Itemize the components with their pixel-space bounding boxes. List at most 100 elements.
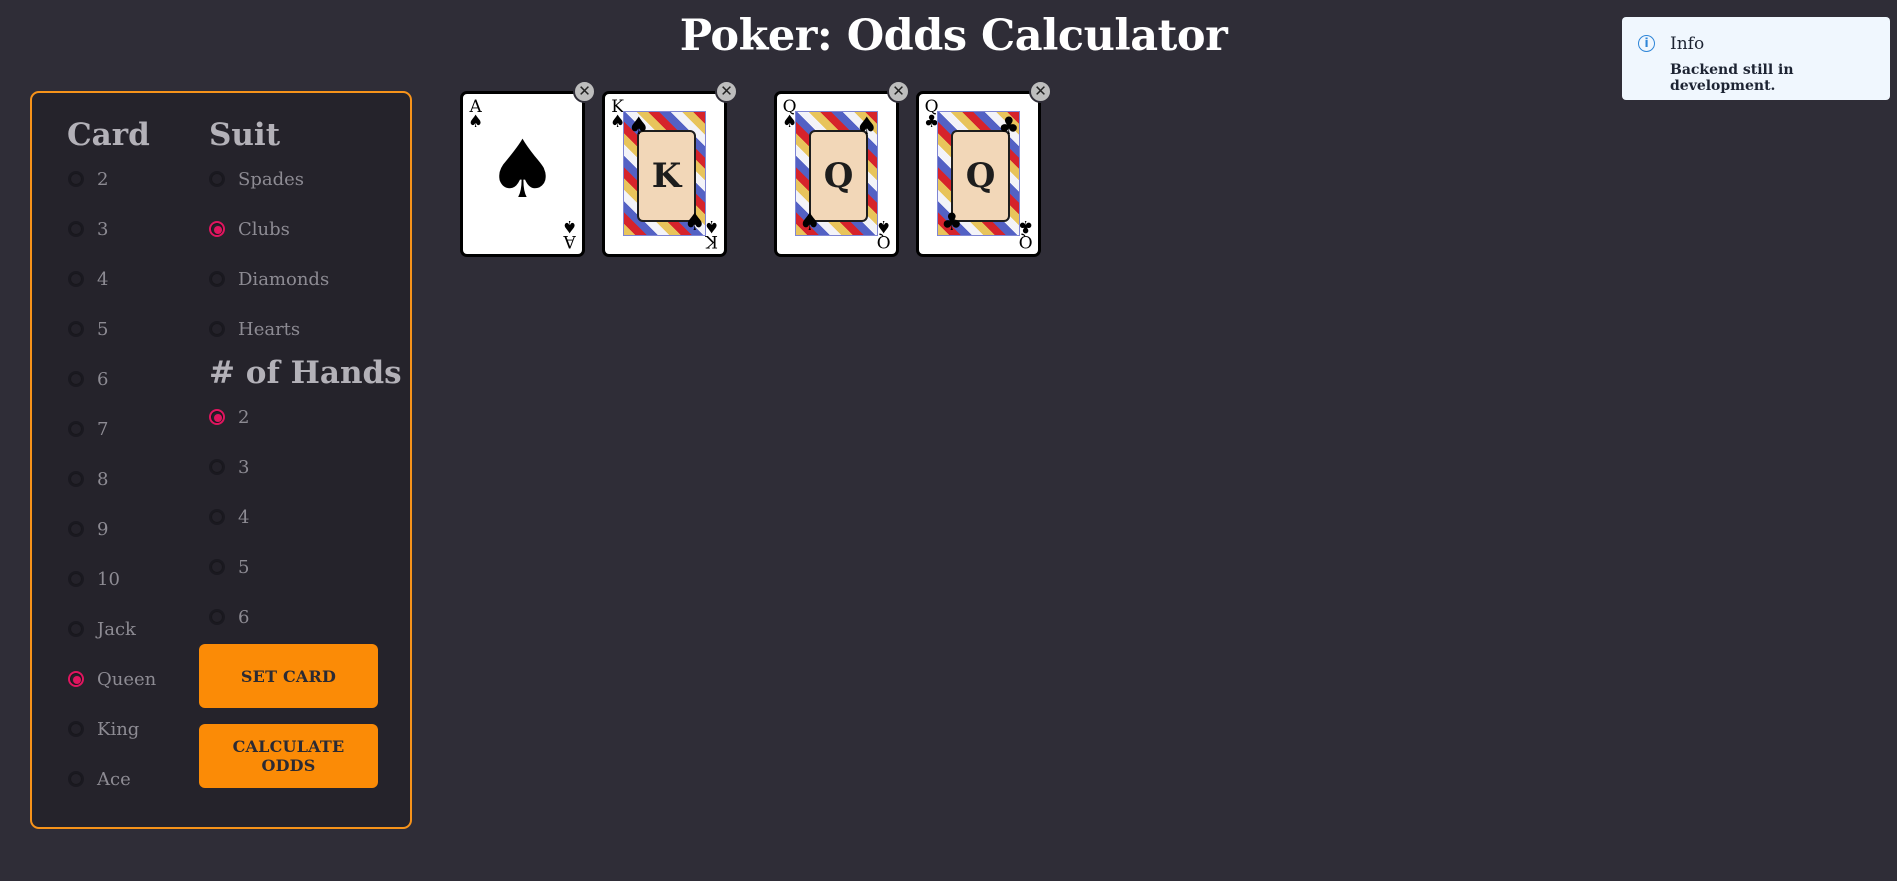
card-option-king[interactable]: King	[68, 714, 139, 744]
card-option-4[interactable]: 4	[68, 264, 108, 294]
radio-button[interactable]	[209, 459, 225, 475]
hands-option-label: 3	[238, 456, 250, 478]
card-option-label: Ace	[97, 768, 131, 790]
card-option-6[interactable]: 6	[68, 364, 108, 394]
suit-option-label: Spades	[238, 168, 304, 190]
remove-card-close-icon[interactable]: ✕	[573, 80, 596, 103]
radio-button[interactable]	[68, 521, 84, 537]
hands-option-6[interactable]: 6	[209, 602, 249, 632]
radio-button[interactable]	[209, 221, 225, 237]
card-heading: Card	[67, 117, 150, 153]
hands-option-label: 4	[238, 506, 250, 528]
radio-button[interactable]	[209, 409, 225, 425]
card-corner-index: Q ♣	[1017, 216, 1033, 251]
spade-suit-icon: ♠	[628, 112, 650, 140]
card-option-label: King	[97, 718, 140, 740]
radio-button[interactable]	[68, 621, 84, 637]
info-toast: i Info Backend still in development.	[1622, 17, 1890, 100]
radio-button[interactable]	[68, 371, 84, 387]
playing-card-k-spades: K ♠ K ♠ K ♠ ♠	[602, 91, 727, 257]
suit-option-clubs[interactable]: Clubs	[209, 214, 290, 244]
card-option-label: Queen	[97, 668, 157, 690]
radio-button[interactable]	[68, 471, 84, 487]
hands-option-3[interactable]: 3	[209, 452, 249, 482]
card-option-label: 7	[97, 418, 109, 440]
hands-option-4[interactable]: 4	[209, 502, 249, 532]
suit-heading: Suit	[209, 117, 281, 153]
club-suit-icon: ♣	[998, 112, 1020, 140]
radio-button[interactable]	[68, 171, 84, 187]
radio-button[interactable]	[209, 271, 225, 287]
card-option-7[interactable]: 7	[68, 414, 108, 444]
hands-heading: # of Hands	[209, 355, 402, 391]
card-option-queen[interactable]: Queen	[68, 664, 156, 694]
card-option-label: 8	[97, 468, 109, 490]
spade-suit-icon: ♠	[486, 123, 559, 216]
toast-title: Info	[1670, 34, 1705, 54]
hands-option-label: 5	[238, 556, 250, 578]
suit-option-label: Diamonds	[238, 268, 330, 290]
radio-button[interactable]	[209, 609, 225, 625]
radio-button[interactable]	[68, 571, 84, 587]
card-selector-panel: Card Suit # of Hands 2 3 4 5 6 7 8 9 10 Jack Queen…	[30, 91, 412, 829]
playing-card-a-spades: A ♠ A ♠ ♠	[460, 91, 585, 257]
suit-option-spades[interactable]: Spades	[209, 164, 304, 194]
remove-card-close-icon[interactable]: ✕	[715, 80, 738, 103]
info-icon: i	[1638, 35, 1655, 52]
card-option-label: 4	[97, 268, 109, 290]
card-option-5[interactable]: 5	[68, 314, 108, 344]
radio-button[interactable]	[209, 321, 225, 337]
radio-button[interactable]	[68, 421, 84, 437]
hands-option-label: 2	[238, 406, 250, 428]
page-title: Poker: Odds Calculator	[679, 11, 1228, 61]
hands-option-label: 6	[238, 606, 250, 628]
card-option-label: 6	[97, 368, 109, 390]
card-option-label: 5	[97, 318, 109, 340]
radio-button[interactable]	[68, 271, 84, 287]
card-option-jack[interactable]: Jack	[68, 614, 136, 644]
spade-suit-icon: ♠	[799, 208, 821, 236]
radio-button[interactable]	[209, 509, 225, 525]
card-option-label: 2	[97, 168, 109, 190]
suit-option-label: Clubs	[238, 218, 290, 240]
remove-card-close-icon[interactable]: ✕	[887, 80, 910, 103]
card-option-label: 10	[97, 568, 120, 590]
card-option-8[interactable]: 8	[68, 464, 108, 494]
spade-suit-icon: ♠	[684, 208, 706, 236]
radio-button[interactable]	[68, 721, 84, 737]
radio-button[interactable]	[209, 559, 225, 575]
card-option-2[interactable]: 2	[68, 164, 108, 194]
radio-button[interactable]	[68, 321, 84, 337]
card-option-10[interactable]: 10	[68, 564, 120, 594]
club-suit-icon: ♣	[941, 208, 963, 236]
card-option-label: Jack	[97, 618, 136, 640]
calculate-odds-button[interactable]: CALCULATE ODDS	[199, 724, 378, 788]
radio-button[interactable]	[68, 771, 84, 787]
radio-button[interactable]	[68, 221, 84, 237]
card-option-ace[interactable]: Ace	[68, 764, 131, 794]
playing-card-q-clubs: Q ♣ Q ♣ Q ♣ ♣	[916, 91, 1041, 257]
card-option-label: 9	[97, 518, 109, 540]
card-corner-index: A ♠	[468, 97, 484, 132]
card-option-9[interactable]: 9	[68, 514, 108, 544]
court-card-artwork: K ♠ ♠	[623, 111, 706, 236]
suit-option-label: Hearts	[238, 318, 301, 340]
suit-option-diamonds[interactable]: Diamonds	[209, 264, 329, 294]
card-corner-index: Q ♠	[875, 216, 891, 251]
card-corner-index: K ♠	[703, 216, 719, 251]
hands-option-2[interactable]: 2	[209, 402, 249, 432]
card-corner-index: A ♠	[561, 216, 577, 251]
court-card-artwork: Q ♣ ♣	[937, 111, 1020, 236]
remove-card-close-icon[interactable]: ✕	[1029, 80, 1052, 103]
card-option-3[interactable]: 3	[68, 214, 108, 244]
playing-card-q-spades: Q ♠ Q ♠ Q ♠ ♠	[774, 91, 899, 257]
court-card-artwork: Q ♠ ♠	[795, 111, 878, 236]
card-option-label: 3	[97, 218, 109, 240]
radio-button[interactable]	[68, 671, 84, 687]
spade-suit-icon: ♠	[856, 112, 878, 140]
hands-option-5[interactable]: 5	[209, 552, 249, 582]
set-card-button[interactable]: SET CARD	[199, 644, 378, 708]
suit-option-hearts[interactable]: Hearts	[209, 314, 300, 344]
toast-message: Backend still in development.	[1670, 62, 1794, 94]
radio-button[interactable]	[209, 171, 225, 187]
